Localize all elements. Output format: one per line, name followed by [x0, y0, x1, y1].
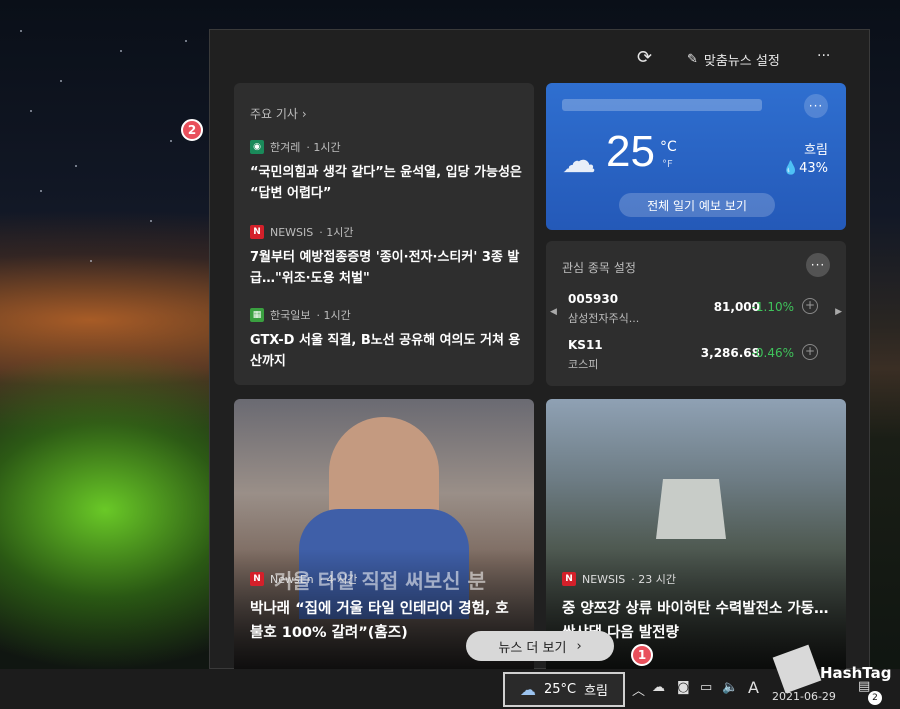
hani-logo-icon: ◉ [250, 140, 264, 154]
callout-badge-1: 1 [631, 644, 653, 666]
newsis-logo-icon: N [562, 572, 576, 586]
newsis-logo-icon: N [250, 225, 264, 239]
cloud-icon: ☁ [519, 680, 536, 699]
add-stock-icon[interactable]: + [802, 344, 818, 360]
image-news-card[interactable]: N NEWSIS · 23 시간 중 양쯔강 상류 바이허탄 수력발전소 가동…싼샤… [546, 399, 846, 669]
ime-indicator[interactable]: A [748, 678, 759, 697]
top-stories-card: 주요 기사 › ◉ 한겨레 · 1시간 “국민의힘과 생각 같다”는 윤석열, 입당… [234, 83, 534, 385]
full-forecast-button[interactable]: 전체 일기 예보 보기 [619, 193, 775, 217]
article-item[interactable]: N NEWSIS · 1시간 7월부터 예방접종증명 '종이·전자·스티커' 3종 … [250, 224, 522, 289]
newsen-logo-icon: N [250, 572, 264, 586]
weather-more-icon[interactable]: ··· [804, 94, 828, 118]
article-title: GTX-D 서울 직결, B노선 공유해 여의도 거쳐 용산까지 [250, 333, 521, 369]
article-title: “국민의힘과 생각 같다”는 윤석열, 입당 가능성은 “답변 어렵다” [250, 165, 522, 201]
see-more-news-button[interactable]: 뉴스 더 보기 › [466, 631, 614, 661]
date-text[interactable]: 2021-06-29 [772, 690, 836, 703]
watchlist-header[interactable]: 관심 종목 설정 [562, 259, 636, 276]
weather-temp: 25 [606, 127, 655, 176]
location-blurred [562, 99, 762, 111]
star [150, 220, 152, 222]
star [120, 50, 122, 52]
personalize-label: 맞춤뉴스 설정 [703, 54, 780, 69]
notification-count: 2 [868, 691, 882, 705]
image-news-card[interactable]: 거울 타일 직접 써보신 분 N NewsEn · 4 시간 박나래 “집에 거울 … [234, 399, 534, 669]
star [90, 260, 92, 262]
stock-row[interactable]: 005930 삼성전자주식... 81,000 -1.10% + [568, 292, 818, 328]
droplet-icon: 💧 [782, 161, 800, 176]
watchlist-more-icon[interactable]: ··· [806, 253, 830, 277]
watchlist-card: 관심 종목 설정 ··· ◀ ▶ 005930 삼성전자주식... 81,000… [546, 241, 846, 386]
chevron-up-icon[interactable]: ︿ [632, 680, 645, 699]
prev-arrow-icon[interactable]: ◀ [550, 307, 557, 317]
article-title: 7월부터 예방접종증명 '종이·전자·스티커' 3종 발급…"위조·도용 처벌" [250, 250, 520, 286]
pencil-icon: ✎ [687, 52, 698, 67]
weather-card[interactable]: ··· ☁ 25 °C °F 흐림 💧43% 전체 일기 예보 보기 [546, 83, 846, 230]
unit-fahrenheit[interactable]: °F [662, 159, 673, 170]
article-item[interactable]: ◉ 한겨레 · 1시간 “국민의힘과 생각 같다”는 윤석열, 입당 가능성은 “답… [250, 139, 522, 204]
next-arrow-icon[interactable]: ▶ [835, 307, 842, 317]
hankook-logo-icon: ▦ [250, 308, 264, 322]
unit-celsius[interactable]: °C [660, 139, 677, 155]
callout-badge-2: 2 [181, 119, 203, 141]
volume-icon[interactable]: 🔈 [722, 680, 738, 695]
cloud-icon: ☁ [562, 141, 596, 181]
chevron-right-icon: › [301, 107, 307, 121]
taskbar-weather-button[interactable]: ☁ 25°C 흐림 [503, 672, 625, 707]
add-stock-icon[interactable]: + [802, 298, 818, 314]
watermark: HashTag [820, 664, 892, 682]
star [170, 140, 172, 142]
star [185, 40, 187, 42]
star [40, 190, 42, 192]
refresh-icon[interactable]: ⟳ [637, 47, 652, 68]
star [20, 30, 22, 32]
onedrive-cloud-icon[interactable]: ☁ [652, 680, 665, 695]
top-stories-header[interactable]: 주요 기사 › [250, 105, 307, 122]
humidity: 💧43% [782, 161, 828, 176]
star [30, 110, 32, 112]
star [60, 80, 62, 82]
article-item[interactable]: ▦ 한국일보 · 1시간 GTX-D 서울 직결, B노선 공유해 여의도 거쳐 용… [250, 307, 522, 372]
meet-now-icon[interactable]: ◙ [677, 680, 690, 695]
network-icon[interactable]: ▭ [700, 680, 712, 695]
chevron-right-icon: › [576, 638, 582, 654]
star [75, 165, 77, 167]
more-options-icon[interactable]: ··· [817, 48, 830, 64]
stock-row[interactable]: KS11 코스피 3,286.68 -0.46% + [568, 338, 818, 374]
weather-condition: 흐림 [804, 143, 828, 158]
taskbar [0, 669, 900, 709]
personalize-button[interactable]: ✎ 맞춤뉴스 설정 [687, 50, 780, 69]
dam-photo [656, 479, 726, 539]
